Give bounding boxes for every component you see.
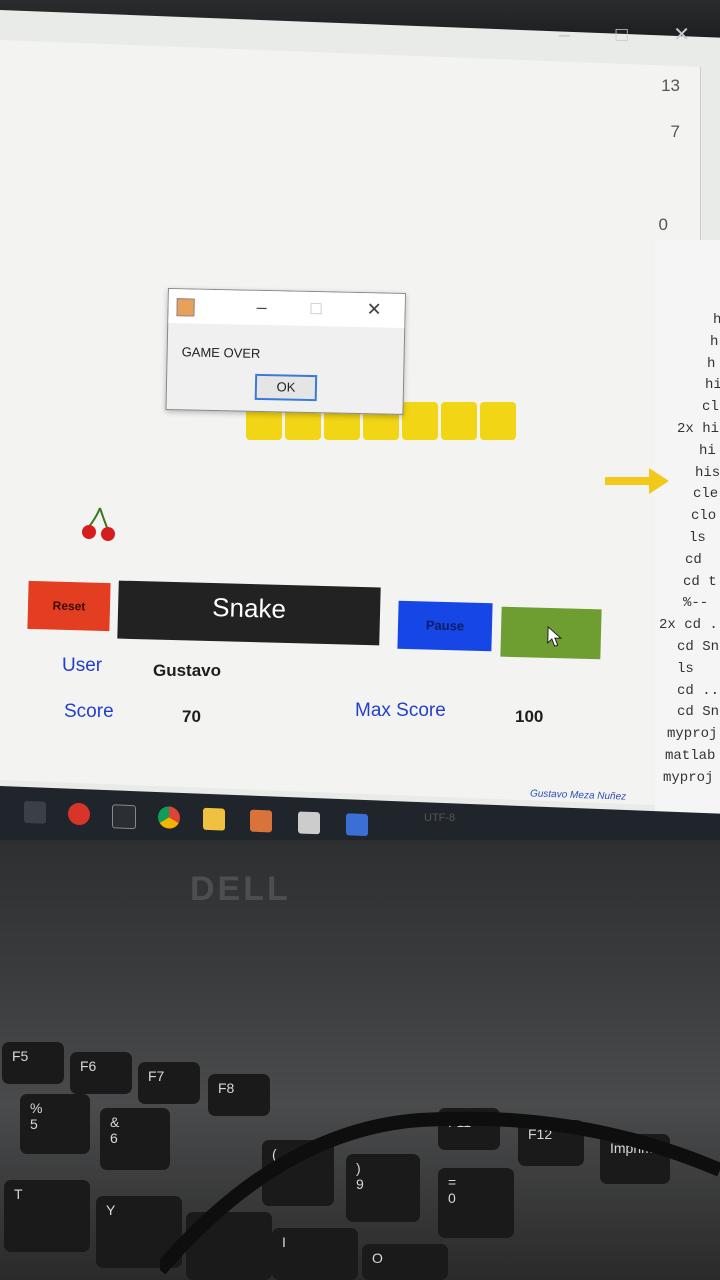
command-history-line[interactable]: hi <box>705 377 720 393</box>
command-history-line[interactable]: myproj <box>663 770 713 786</box>
window-icon[interactable] <box>112 804 136 830</box>
dell-logo: DELL <box>190 870 291 908</box>
window-controls: – □ ✕ <box>519 22 690 47</box>
matlab-icon <box>176 298 195 317</box>
mouse-cursor-icon <box>547 625 563 647</box>
key-label: Y <box>106 1202 116 1218</box>
pause-button[interactable]: Pause <box>397 600 493 652</box>
dialog-close-button[interactable]: ✕ <box>366 299 382 320</box>
snake-segment <box>441 402 477 440</box>
command-history-line[interactable]: cd t <box>683 574 717 590</box>
command-history-line[interactable]: cd Sn <box>677 639 719 655</box>
arrow-icon <box>605 468 669 494</box>
dialog-message: GAME OVER <box>181 344 261 361</box>
key-label: F5 <box>12 1048 29 1064</box>
command-history-line[interactable]: %-- <box>683 595 708 611</box>
matlab-icon[interactable] <box>250 809 272 833</box>
max-score-value: 100 <box>515 707 544 726</box>
user-label: User <box>62 655 103 676</box>
side-number: 7 <box>670 122 680 141</box>
score-label: Score <box>64 701 114 722</box>
command-history-line[interactable]: cd Sn <box>677 704 719 720</box>
side-number: 0 <box>658 215 668 234</box>
command-history-line[interactable]: ls <box>689 530 706 546</box>
keyboard-key: T <box>4 1180 90 1252</box>
dialog-minimize-button[interactable]: – <box>256 297 266 318</box>
command-history-line[interactable]: cd .. <box>677 683 719 699</box>
encoding-status: UTF-8 <box>424 812 456 824</box>
command-history-line[interactable]: cle <box>693 486 718 502</box>
key-label: & 6 <box>110 1114 120 1146</box>
user-value: Gustavo <box>153 661 222 680</box>
side-number: 13 <box>661 76 680 95</box>
command-history-line[interactable]: myproj <box>667 726 717 742</box>
command-history-line[interactable]: h <box>710 334 718 350</box>
key-label: T <box>14 1186 23 1202</box>
task-view-icon[interactable] <box>24 800 46 824</box>
charging-cable <box>160 1111 720 1275</box>
command-history-line[interactable]: matlab <box>665 748 715 764</box>
dialog-title-bar: – □ ✕ <box>168 289 405 328</box>
minimize-button[interactable]: – <box>559 24 570 46</box>
app-icon[interactable] <box>68 802 90 826</box>
snake-segment <box>402 402 438 440</box>
command-history-line[interactable]: h <box>707 356 715 372</box>
command-history-line[interactable]: hi <box>699 443 716 459</box>
key-label: F7 <box>148 1068 165 1084</box>
reset-button[interactable]: Reset <box>27 580 111 632</box>
command-history-line[interactable]: clo <box>691 508 716 524</box>
file-explorer-icon[interactable] <box>203 807 225 831</box>
app-icon[interactable] <box>346 813 368 837</box>
keyboard-key: F5 <box>2 1042 64 1084</box>
chrome-icon[interactable] <box>158 806 180 829</box>
key-label: % 5 <box>30 1100 43 1132</box>
keyboard-key: % 5 <box>20 1094 90 1154</box>
start-button[interactable] <box>500 606 602 660</box>
game-over-dialog: – □ ✕ GAME OVER OK <box>165 288 406 415</box>
close-button[interactable]: ✕ <box>673 24 690 46</box>
ok-button[interactable]: OK <box>254 373 318 402</box>
command-history-line[interactable]: h <box>713 312 720 328</box>
command-history-line[interactable]: his <box>695 465 720 481</box>
app-cube-icon[interactable] <box>298 811 320 835</box>
dialog-maximize-button: □ <box>310 297 322 319</box>
cherry-food-icon <box>82 507 115 541</box>
command-history-line[interactable]: 2x cd . <box>659 617 718 633</box>
command-history-line[interactable]: ls <box>677 661 694 677</box>
command-history-line[interactable]: cd <box>685 552 702 568</box>
command-history-line[interactable]: cl <box>702 399 719 415</box>
maximize-button[interactable]: □ <box>616 24 628 46</box>
max-score-label: Max Score <box>355 700 446 721</box>
game-title: Snake <box>117 580 381 646</box>
command-history-panel: h h h hi cl 2x hi hi his cle clo ls cd cd t %-- 2x cd … <box>655 240 720 840</box>
snake-segment <box>480 402 516 440</box>
command-history-line[interactable]: 2x hi <box>677 421 719 437</box>
key-label: F6 <box>80 1058 97 1074</box>
score-value: 70 <box>182 707 201 726</box>
keyboard-key: F6 <box>70 1052 132 1094</box>
